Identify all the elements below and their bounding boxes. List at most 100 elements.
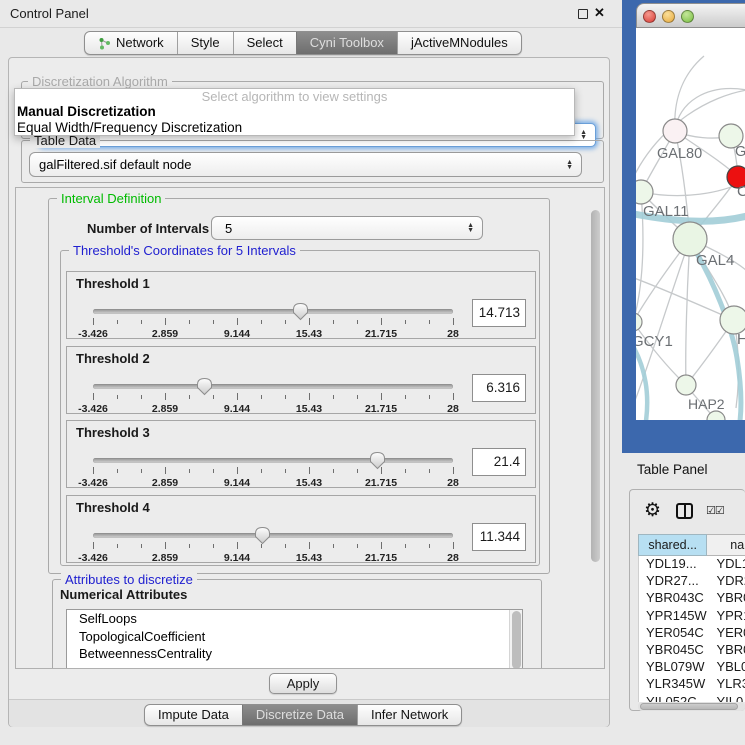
tab-network[interactable]: Network (85, 32, 177, 54)
cell-name[interactable]: YER0 (709, 625, 745, 642)
tab-cyni-toolbox[interactable]: Cyni Toolbox (296, 32, 397, 54)
cell-name[interactable]: YDR2 (709, 573, 745, 590)
table-data-combobox-value: galFiltered.sif default node (30, 157, 566, 172)
cell-shared-name[interactable]: YPR145W (639, 608, 709, 625)
column-header-name[interactable]: na (707, 534, 745, 556)
zoom-traffic-light-icon[interactable] (681, 10, 694, 23)
tick-label: 15.43 (296, 552, 322, 564)
cell-name[interactable]: YBR0 (709, 590, 745, 607)
tick-label: 28 (447, 328, 459, 340)
table-row[interactable]: YLR345WYLR3 (639, 676, 745, 693)
slider-track[interactable] (93, 458, 453, 463)
table-row[interactable]: YDL19...YDL1 (639, 556, 745, 573)
numerical-attributes-list[interactable]: SelfLoopsTopologicalCoefficientBetweenne… (66, 609, 523, 669)
node-label-gal11: GAL11 (643, 203, 689, 220)
threshold-panel-2: Threshold 2-3.4262.8599.14415.4321.71528… (66, 346, 536, 414)
node-table: shared... na YDL19...YDL1YDR27...YDR2YBR… (638, 534, 745, 702)
attributes-list-scrollbar[interactable] (509, 610, 522, 669)
attribute-list-item[interactable]: TopologicalCoefficient (67, 628, 522, 646)
close-traffic-light-icon[interactable] (643, 10, 656, 23)
thresholds-group-label: Threshold's Coordinates for 5 Intervals (69, 243, 300, 258)
cell-shared-name[interactable]: YBR045C (639, 642, 709, 659)
tab-select[interactable]: Select (233, 32, 296, 54)
threshold-value-field[interactable]: 11.344 (472, 523, 526, 551)
node-label-hap2: HAP2 (688, 396, 725, 412)
threshold-slider[interactable]: -3.4262.8599.14415.4321.71528 (93, 524, 453, 562)
column-header-shared-name[interactable]: shared... (638, 534, 707, 556)
float-window-icon[interactable] (578, 9, 588, 19)
threshold-label: Threshold 4 (76, 500, 150, 515)
table-row[interactable]: YBR045CYBR0 (639, 642, 745, 659)
network-nodes[interactable] (636, 119, 745, 420)
tick-label: 2.859 (152, 328, 178, 340)
combo-stepper-icon: ▲▼ (580, 130, 595, 140)
slider-ticks (93, 318, 453, 327)
cell-name[interactable]: YDL1 (709, 556, 745, 573)
table-header-row: shared... na (638, 534, 745, 556)
slider-tick-labels: -3.4262.8599.14415.4321.71528 (93, 552, 453, 564)
column-checkboxes-icon[interactable]: ☑☑ (706, 504, 724, 517)
node-gal11 (636, 180, 653, 204)
threshold-value-field[interactable]: 14.713 (472, 299, 526, 327)
threshold-slider[interactable]: -3.4262.8599.14415.4321.71528 (93, 449, 453, 487)
tab-impute-data[interactable]: Impute Data (145, 705, 242, 725)
dropdown-option-equal-width[interactable]: Equal Width/Frequency Discretization (15, 120, 574, 136)
cell-name[interactable]: YBR0 (709, 642, 745, 659)
attribute-list-item[interactable]: BetweennessCentrality (67, 645, 522, 663)
cell-name[interactable]: YLR3 (709, 676, 745, 693)
tick-label: 2.859 (152, 403, 178, 415)
tick-label: 9.144 (224, 403, 250, 415)
close-icon[interactable]: ✕ (594, 5, 605, 21)
slider-track[interactable] (93, 384, 453, 389)
top-tab-bar: Network Style Select Cyni Toolbox jActiv… (84, 31, 522, 55)
table-row[interactable]: YDR27...YDR2 (639, 573, 745, 590)
threshold-slider[interactable]: -3.4262.8599.14415.4321.71528 (93, 375, 453, 413)
tab-jactivemnodules[interactable]: jActiveMNodules (397, 32, 521, 54)
attribute-list-item[interactable]: SelfLoops (67, 610, 522, 628)
cell-name[interactable]: YBL0 (709, 659, 745, 676)
table-row[interactable]: YPR145WYPR1 (639, 608, 745, 625)
number-of-intervals-combobox[interactable]: 5 ▲▼ (211, 216, 483, 240)
slider-ticks (93, 467, 453, 476)
table-row[interactable]: YBR043CYBR0 (639, 590, 745, 607)
bottom-tab-strip: Impute Data Discretize Data Infer Networ… (9, 699, 609, 727)
table-rows[interactable]: YDL19...YDL1YDR27...YDR2YBR043CYBR0YPR14… (638, 556, 745, 702)
table-row[interactable]: YER054CYER0 (639, 625, 745, 642)
cell-shared-name[interactable]: YIL052C (639, 694, 709, 703)
table-row[interactable]: YBL079WYBL0 (639, 659, 745, 676)
network-view-canvas[interactable]: GAL80 G C GAL11 GAL4 GCY1 H HAP2 (636, 28, 745, 420)
network-window-titlebar[interactable] (636, 3, 745, 28)
gear-icon[interactable]: ⚙ (644, 499, 661, 522)
apply-button[interactable]: Apply (269, 673, 337, 694)
table-data-combobox[interactable]: galFiltered.sif default node ▲▼ (29, 152, 582, 177)
settings-vertical-scrollbar[interactable] (589, 189, 603, 667)
tab-discretize-data[interactable]: Discretize Data (242, 705, 357, 725)
table-panel: ⚙ ☑☑ shared... na YDL19...YDL1YDR27...YD… (629, 489, 745, 711)
dropdown-prompt: Select algorithm to view settings (15, 89, 574, 104)
cell-shared-name[interactable]: YDR27... (639, 573, 709, 590)
threshold-value-field[interactable]: 6.316 (472, 374, 526, 402)
threshold-slider[interactable]: -3.4262.8599.14415.4321.71528 (93, 300, 453, 338)
tab-style[interactable]: Style (177, 32, 233, 54)
tick-label: 21.715 (365, 552, 397, 564)
cell-shared-name[interactable]: YDL19... (639, 556, 709, 573)
cell-shared-name[interactable]: YLR345W (639, 676, 709, 693)
cell-shared-name[interactable]: YBL079W (639, 659, 709, 676)
cell-shared-name[interactable]: YER054C (639, 625, 709, 642)
table-horizontal-scrollbar[interactable] (638, 702, 745, 711)
cell-shared-name[interactable]: YBR043C (639, 590, 709, 607)
slider-track[interactable] (93, 533, 453, 538)
network-icon (98, 37, 111, 50)
cell-name[interactable]: YPR1 (709, 608, 745, 625)
tab-infer-network[interactable]: Infer Network (357, 705, 461, 725)
tick-label: 15.43 (296, 477, 322, 489)
columns-icon[interactable] (676, 503, 693, 519)
table-row[interactable]: YIL052CYIL0 (639, 694, 745, 703)
cell-name[interactable]: YIL0 (709, 694, 745, 703)
table-panel-header: Table Panel (622, 453, 745, 487)
slider-track[interactable] (93, 309, 453, 314)
minimize-traffic-light-icon[interactable] (662, 10, 675, 23)
threshold-value-field[interactable]: 21.4 (472, 448, 526, 476)
node-right-mid (720, 306, 745, 334)
dropdown-option-manual-discretization[interactable]: Manual Discretization (15, 104, 574, 120)
